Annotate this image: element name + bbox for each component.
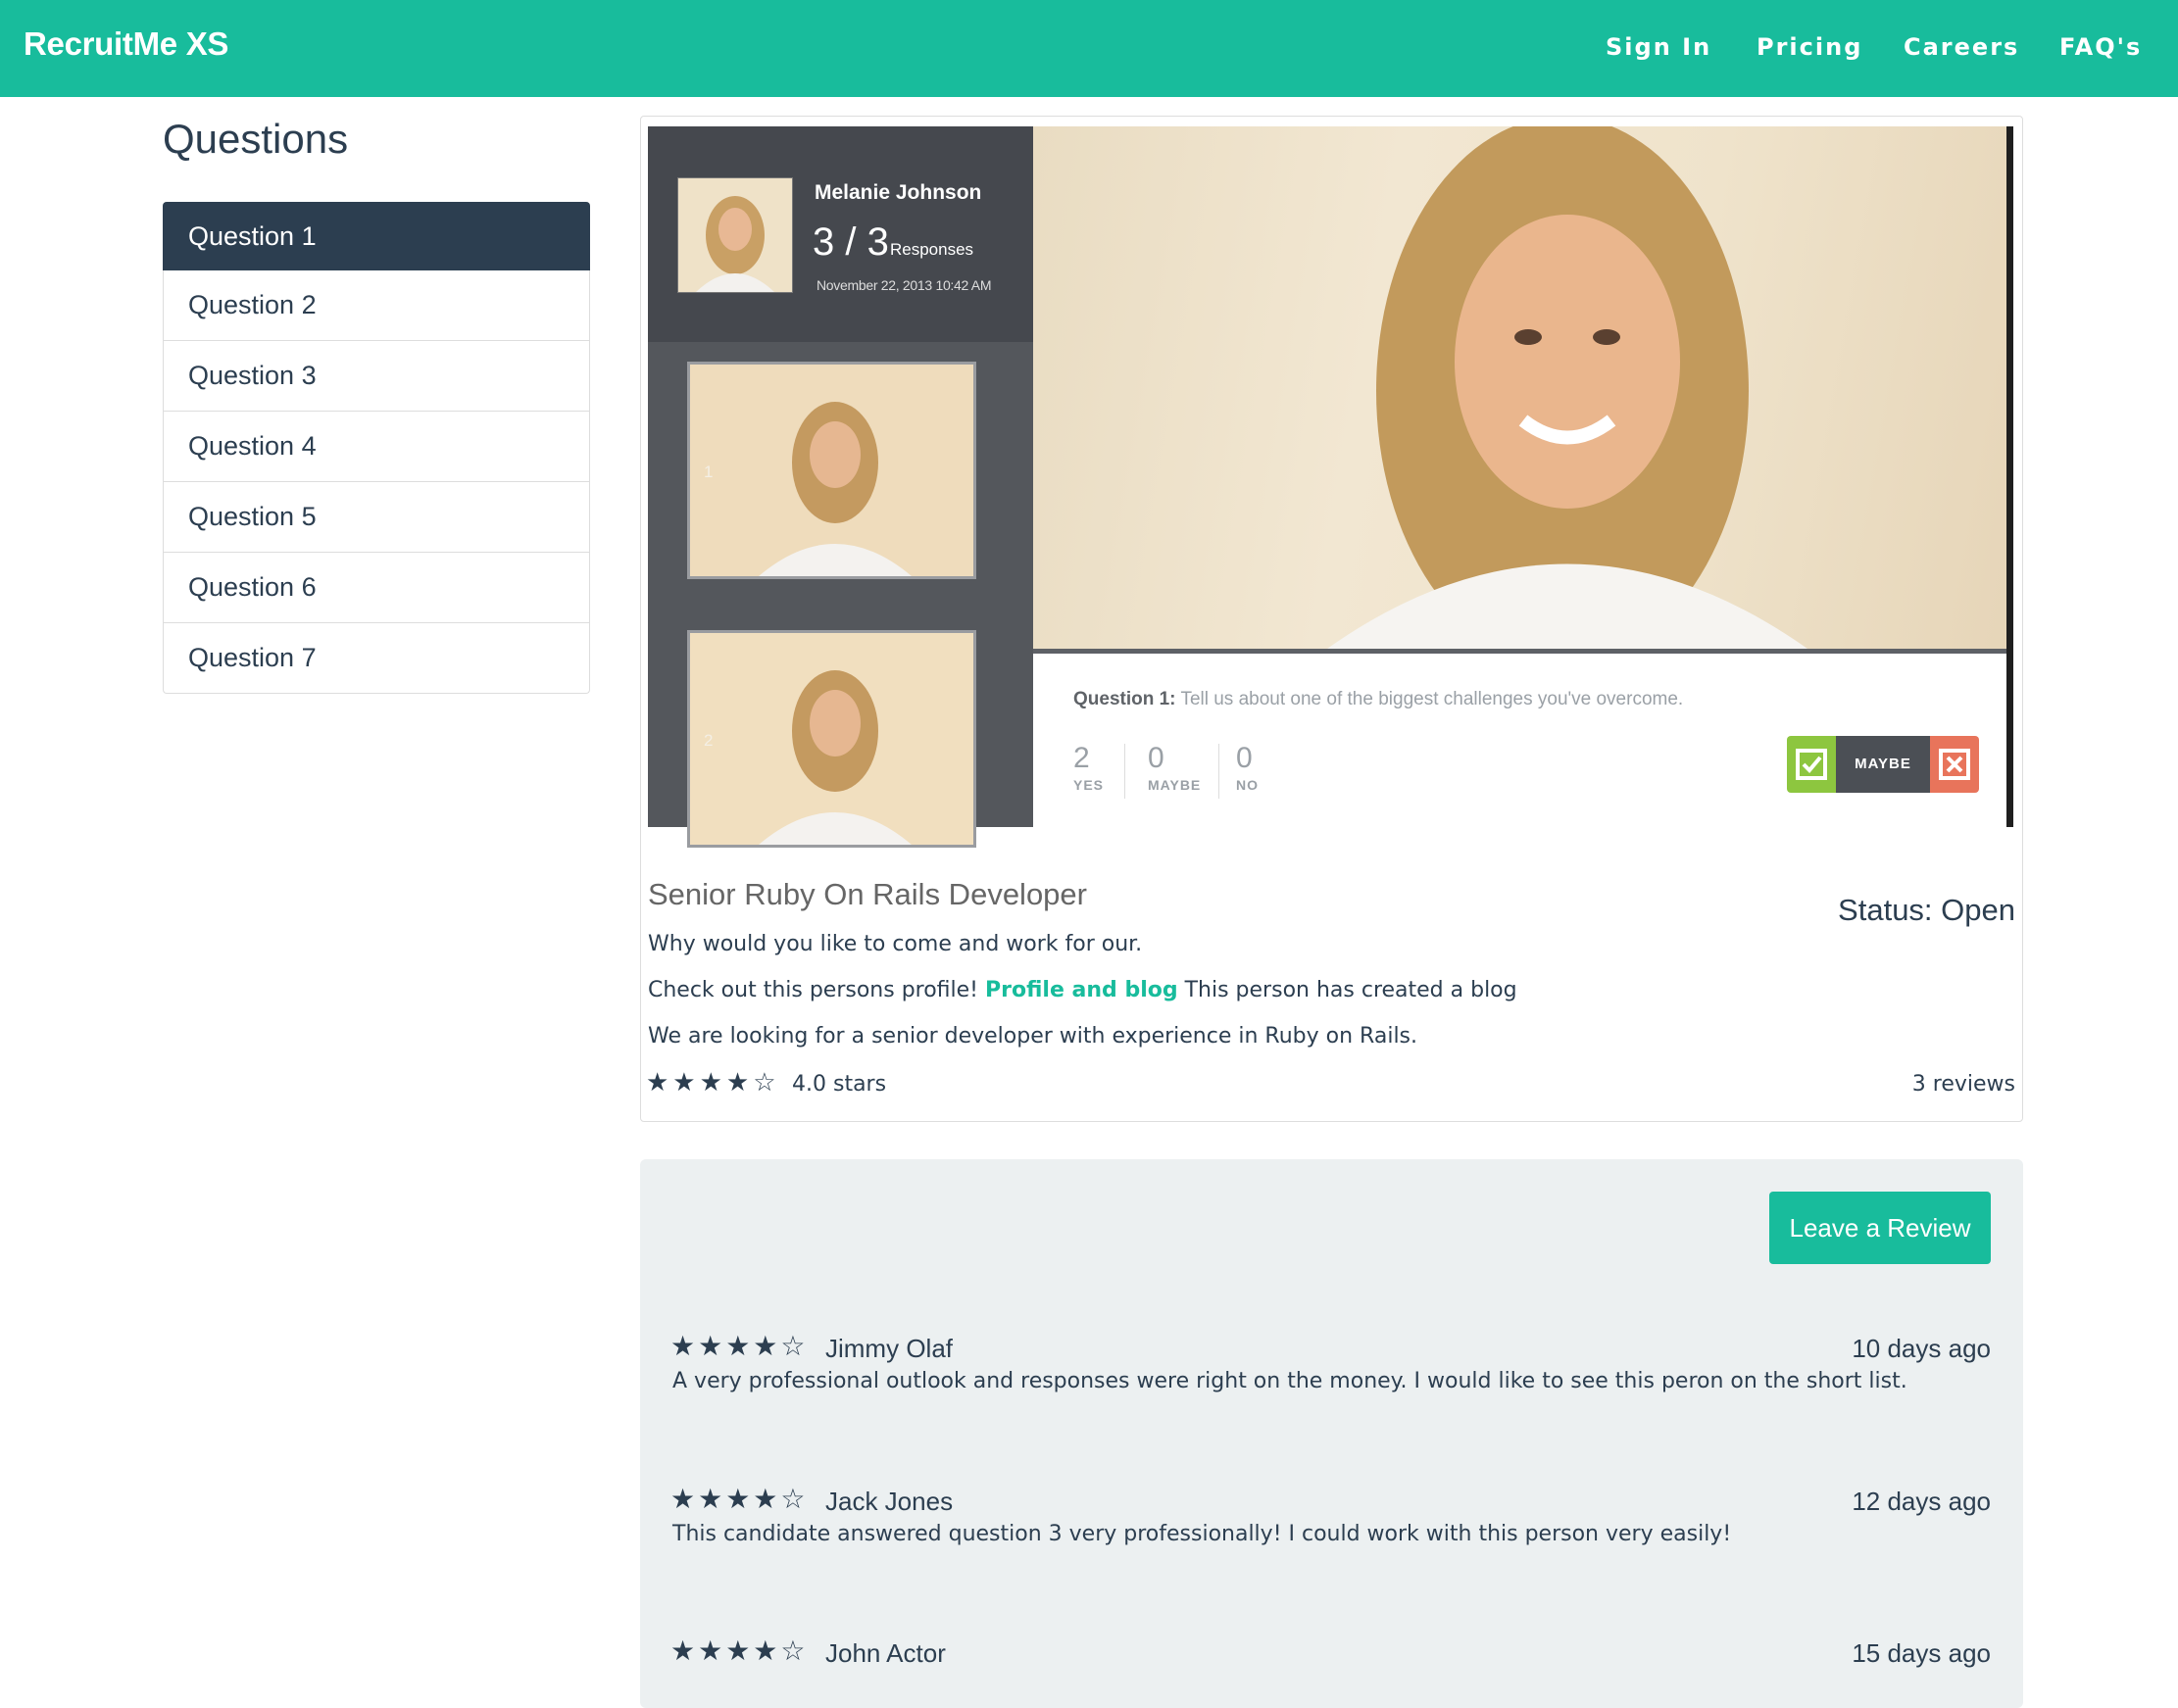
question-item-2[interactable]: Question 2 [163, 270, 590, 341]
thumbnail-image-1 [690, 365, 973, 576]
response-thumbnail-1[interactable]: 1 [687, 362, 976, 579]
thumbnail-number-1: 1 [704, 463, 714, 481]
vote-no: 0 NO [1236, 742, 1259, 793]
profile-suffix: This person has created a blog [1184, 978, 1517, 1002]
rating-stars-icon: ★★★★☆ [646, 1068, 780, 1098]
vote-maybe-count: 0 [1148, 742, 1164, 774]
review-time: 12 days ago [1852, 1487, 1991, 1516]
question-item-3[interactable]: Question 3 [163, 341, 590, 412]
vote-yes: 2 YES [1073, 742, 1104, 793]
question-item-1[interactable]: Question 1 [163, 202, 590, 270]
nav-pricing[interactable]: Pricing [1757, 33, 1862, 61]
nav-careers[interactable]: Careers [1904, 33, 2019, 61]
job-status: Status: Open [1838, 893, 2015, 927]
questions-heading: Questions [163, 116, 349, 162]
thumbnail-image-2 [690, 633, 973, 845]
question-list: Question 1 Question 2 Question 3 Questio… [163, 202, 590, 694]
top-navbar: RecruitMe XS Sign In Pricing Careers FAQ… [0, 0, 2178, 97]
review-time: 15 days ago [1852, 1638, 1991, 1668]
thumbnail-number-2: 2 [704, 731, 714, 750]
review-stars-icon: ★★★★☆ [670, 1635, 809, 1667]
job-line-2: Check out this persons profile! Profile … [648, 978, 1517, 1002]
reviewer-name: John Actor [825, 1638, 946, 1668]
candidate-name: Melanie Johnson [815, 181, 982, 204]
vote-maybe: 0 MAYBE [1148, 742, 1201, 793]
vote-separator [1124, 744, 1125, 799]
reviewer-name: Jimmy Olaf [825, 1334, 953, 1363]
vote-maybe-label: MAYBE [1148, 777, 1202, 793]
reviews-count[interactable]: 3 reviews [1912, 1072, 2015, 1097]
close-icon [1939, 749, 1970, 780]
leave-review-button[interactable]: Leave a Review [1769, 1192, 1991, 1264]
video-divider [1033, 649, 2006, 654]
response-label: Responses [890, 240, 974, 259]
profile-blog-link[interactable]: Profile and blog [985, 978, 1178, 1002]
vote-yes-label: YES [1073, 777, 1105, 793]
nav-sign-in[interactable]: Sign In [1606, 33, 1711, 61]
interview-screenshot: Melanie Johnson 3 / 3 Responses November… [648, 126, 2013, 848]
question-caption: Question 1: Tell us about one of the big… [1073, 689, 1683, 710]
review-text: This candidate answered question 3 very … [672, 1522, 1732, 1546]
candidate-header: Melanie Johnson 3 / 3 Responses November… [648, 126, 1033, 342]
candidate-video-frame [1327, 126, 1807, 649]
vote-yes-count: 2 [1073, 742, 1090, 774]
video-edge [2006, 126, 2013, 827]
reviewer-name: Jack Jones [825, 1487, 954, 1516]
review-time: 10 days ago [1852, 1334, 1991, 1363]
vote-no-count: 0 [1236, 742, 1253, 774]
response-thumbnail-2[interactable]: 2 [687, 630, 976, 848]
question-item-6[interactable]: Question 6 [163, 553, 590, 623]
check-icon [1796, 749, 1827, 780]
job-line-1: Why would you like to come and work for … [648, 932, 1143, 956]
vote-maybe-button[interactable]: MAYBE [1836, 736, 1930, 793]
candidate-avatar [677, 177, 793, 293]
question-item-7[interactable]: Question 7 [163, 623, 590, 694]
vote-separator [1218, 744, 1219, 799]
vote-yes-button[interactable] [1787, 736, 1836, 793]
response-date: November 22, 2013 10:42 AM [817, 277, 992, 293]
review-stars-icon: ★★★★☆ [670, 1483, 809, 1515]
profile-prefix: Check out this persons profile! [648, 978, 979, 1002]
vote-no-label: NO [1236, 777, 1259, 793]
review-stars-icon: ★★★★☆ [670, 1330, 809, 1362]
response-count: 3 / 3 [813, 220, 889, 264]
job-line-3: We are looking for a senior developer wi… [648, 1024, 1418, 1049]
question-item-4[interactable]: Question 4 [163, 412, 590, 482]
vote-button-group: MAYBE [1787, 736, 1979, 793]
main-video[interactable] [1033, 126, 2013, 649]
review-text: A very professional outlook and response… [672, 1369, 1907, 1393]
question-caption-label: Question 1: [1073, 689, 1176, 709]
vote-no-button[interactable] [1930, 736, 1979, 793]
brand-logo[interactable]: RecruitMe XS [24, 25, 228, 63]
question-item-5[interactable]: Question 5 [163, 482, 590, 553]
question-caption-text: Tell us about one of the biggest challen… [1180, 689, 1684, 709]
rating-text: 4.0 stars [792, 1072, 887, 1097]
response-sidebar: Melanie Johnson 3 / 3 Responses November… [648, 126, 1033, 848]
job-title: Senior Ruby On Rails Developer [648, 877, 1087, 911]
nav-faqs[interactable]: FAQ's [2059, 33, 2142, 61]
